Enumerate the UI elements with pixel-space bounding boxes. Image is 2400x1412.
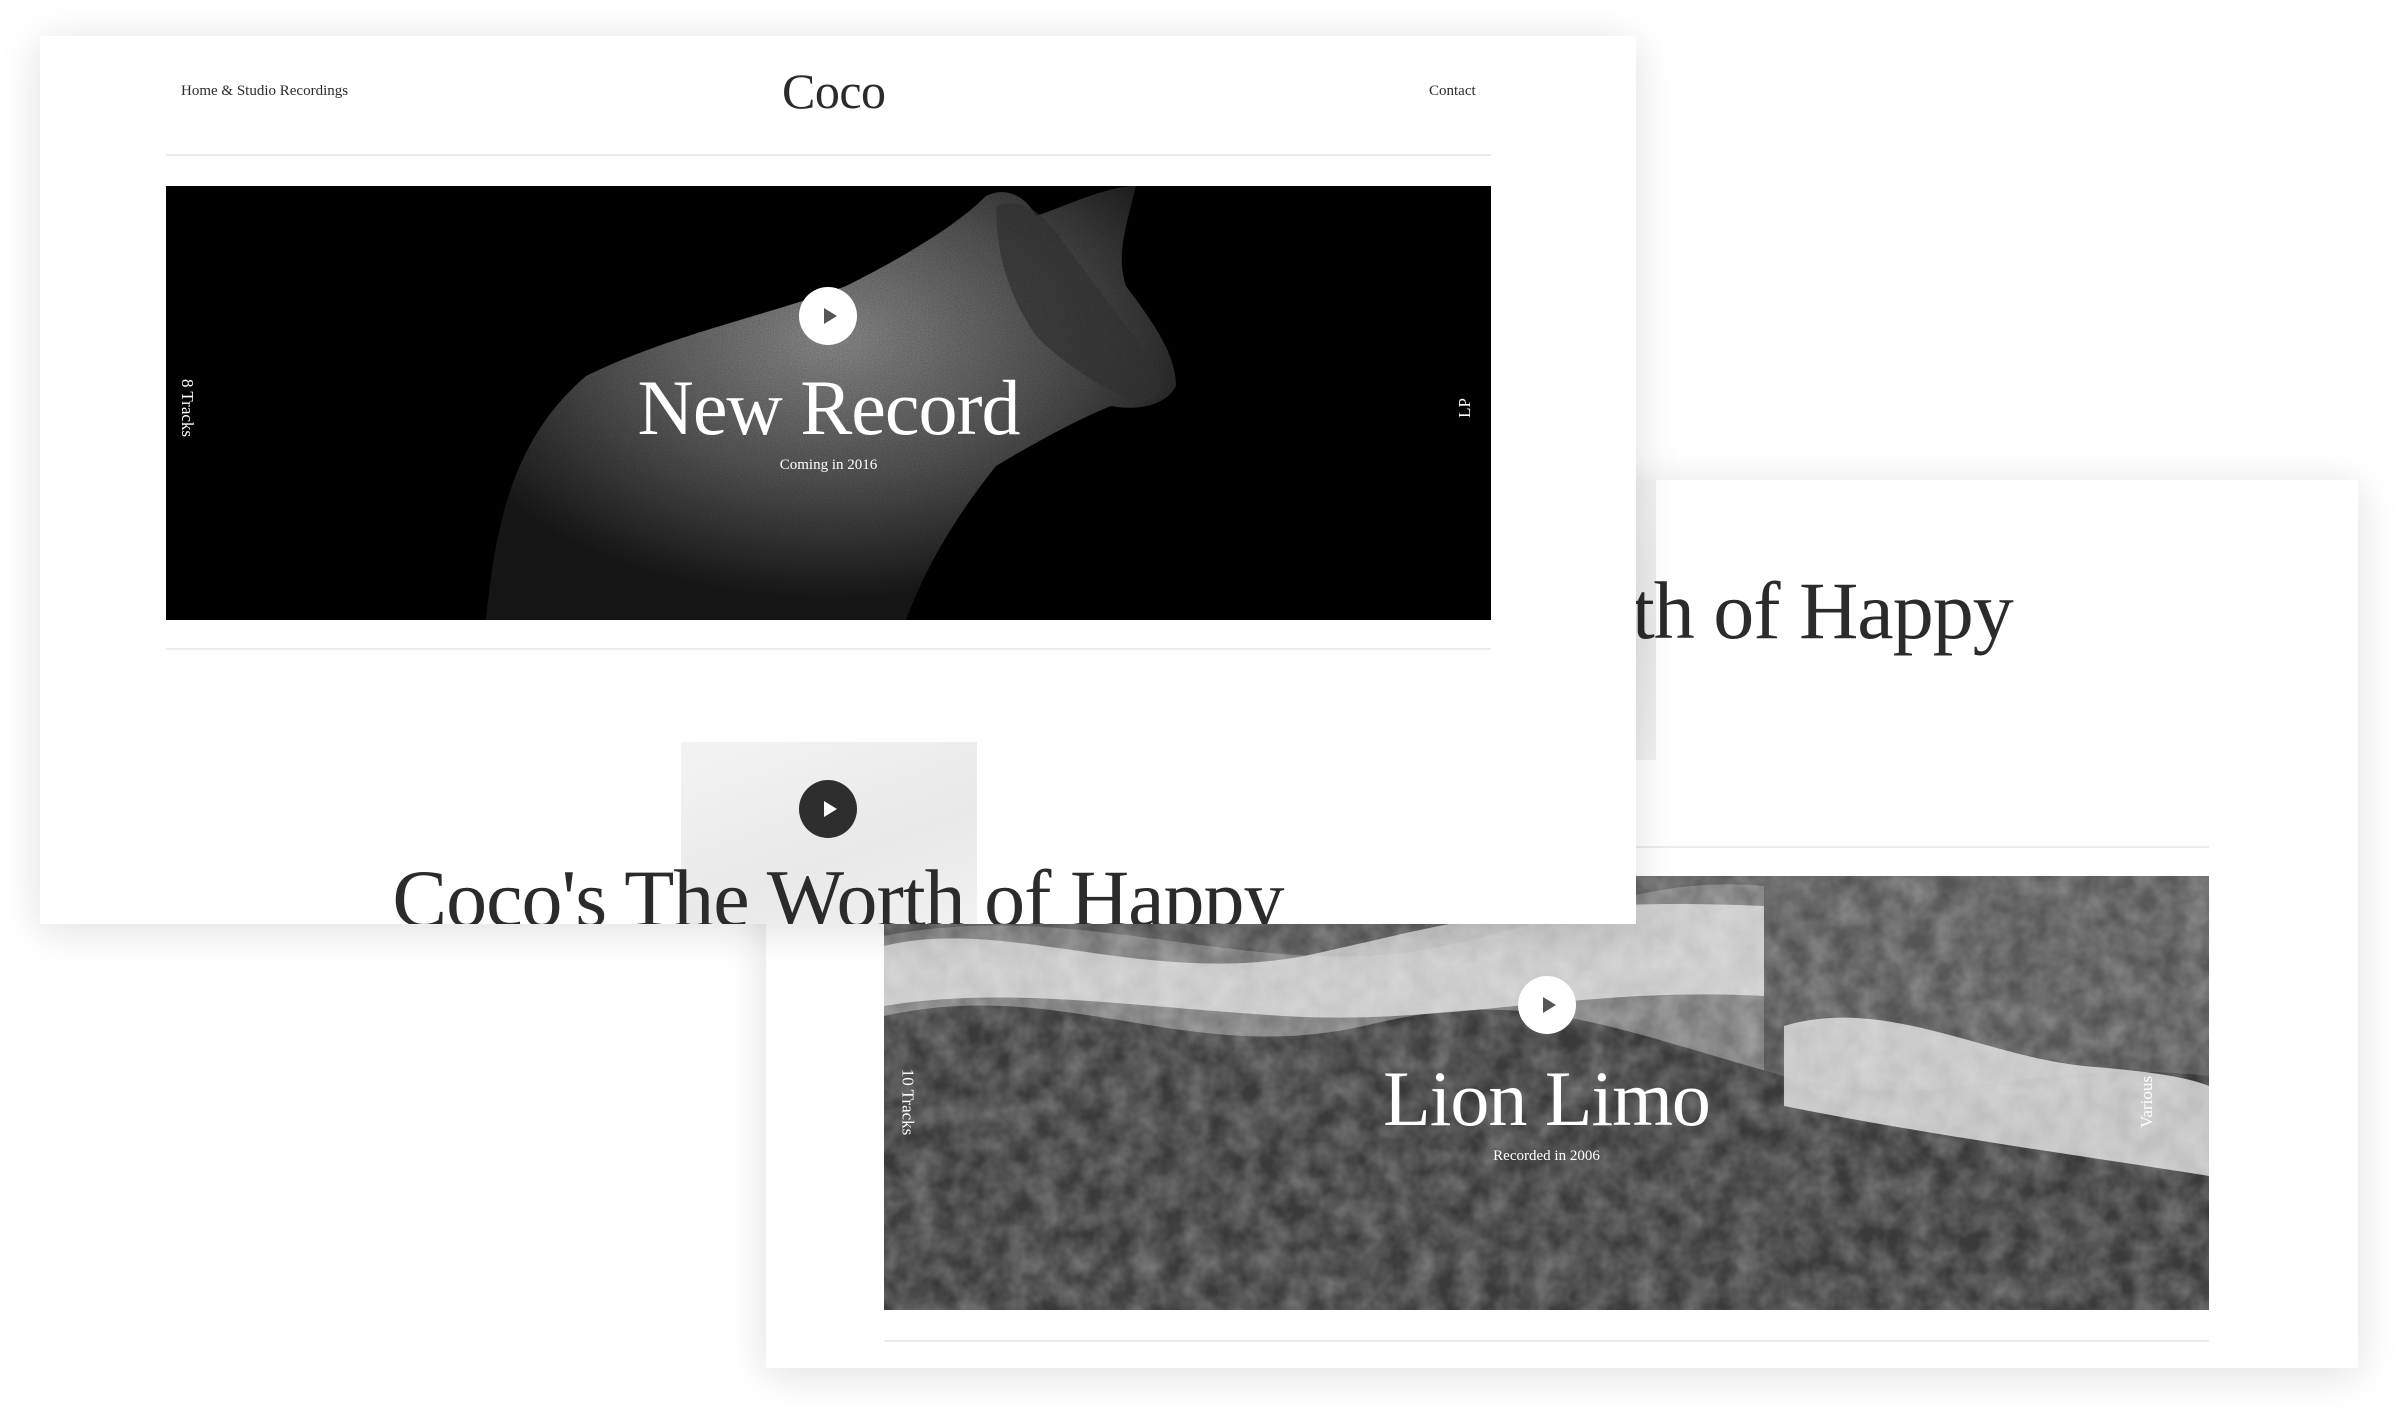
play-icon <box>823 308 837 324</box>
album-subtitle: Coming in 2016 <box>779 457 878 473</box>
album-title-fragment: th of Happy <box>1632 565 2014 656</box>
nav-home-studio-recordings[interactable]: Home & Studio Recordings <box>181 83 348 100</box>
play-button[interactable] <box>799 780 857 838</box>
album-title: New Record <box>637 364 1020 451</box>
nav-contact[interactable]: Contact <box>1429 83 1476 100</box>
header-divider <box>166 154 1491 156</box>
play-icon <box>823 801 837 817</box>
album-title: Lion Limo <box>1383 1055 1711 1142</box>
main-page-preview: Home & Studio Recordings Coco Contact Ne… <box>40 36 1636 924</box>
hero-banner-lion-limo[interactable]: Lion Limo Recorded in 2006 10 Tracks Var… <box>884 876 2209 1310</box>
site-logo[interactable]: Coco <box>782 62 886 120</box>
album-subtitle: Recorded in 2006 <box>1493 1148 1600 1164</box>
album-title: Coco's The Worth of Happy <box>392 853 1284 925</box>
album-format: LP <box>1454 398 1474 418</box>
divider <box>166 648 1491 650</box>
track-count: 8 Tracks <box>178 378 198 438</box>
play-button[interactable] <box>799 287 857 345</box>
divider <box>884 1340 2209 1342</box>
album-format: Various <box>2136 1076 2156 1128</box>
play-button[interactable] <box>1518 976 1576 1034</box>
play-icon <box>1542 997 1556 1013</box>
track-count: 10 Tracks <box>898 1068 918 1136</box>
hero-banner-new-record[interactable]: New Record Coming in 2016 8 Tracks LP <box>166 186 1491 620</box>
